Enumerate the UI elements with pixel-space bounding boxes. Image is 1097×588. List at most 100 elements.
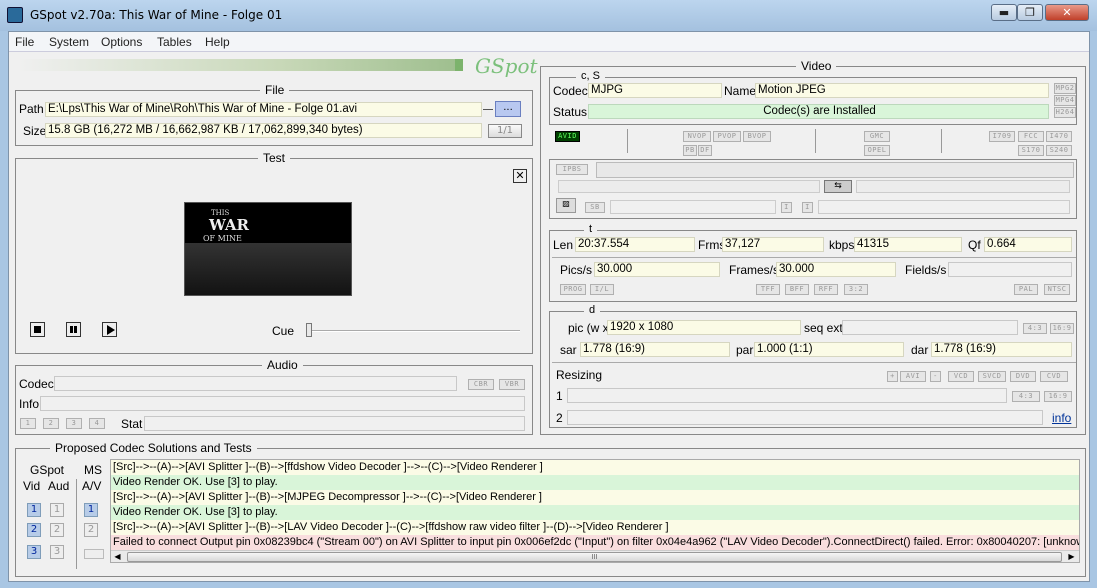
vid-label: Vid (23, 479, 41, 493)
resize-plus-tag[interactable]: + (887, 371, 898, 382)
av-test-2-button[interactable]: 2 (84, 523, 98, 537)
timeline-field-2 (818, 200, 1070, 214)
divider (552, 362, 1076, 363)
scroll-right-icon[interactable]: ▶ (1066, 552, 1077, 562)
aud-test-3-button[interactable]: 3 (50, 545, 64, 559)
cs-title: c, S (576, 70, 605, 82)
scroll-left-icon[interactable]: ◀ (112, 552, 123, 562)
vid-test-3-button[interactable]: 3 (27, 545, 41, 559)
divider (552, 257, 1076, 258)
bitrate-bar-right (856, 180, 1070, 193)
info-link[interactable]: info (1052, 411, 1071, 425)
bitrate-bar-left (558, 180, 820, 193)
video-group-title: Video (796, 59, 837, 73)
menu-bar: File System Options Tables Help (9, 32, 1089, 52)
vbr-tag: VBR (499, 379, 525, 390)
frame-type-bar (596, 162, 1074, 178)
resize-minus-tag[interactable]: - (930, 371, 941, 382)
codec-subgroup: c, S Codec MJPG Name Motion JPEG Status … (549, 70, 1077, 125)
audio-stream-2[interactable]: 2 (43, 418, 59, 429)
audio-info-label: Info (19, 397, 40, 411)
pause-button[interactable] (66, 322, 81, 337)
proposed-group: Proposed Codec Solutions and Tests GSpot… (15, 441, 1086, 577)
size-field: 15.8 GB (16,272 MB / 16,662,987 KB / 17,… (45, 123, 482, 138)
menu-file[interactable]: File (15, 35, 34, 49)
window-title: GSpot v2.70a: This War of Mine - Folge 0… (30, 8, 283, 22)
audio-stream-3[interactable]: 3 (66, 418, 82, 429)
seq-169-tag: 16:9 (1050, 323, 1074, 334)
video-group: Video c, S Codec MJPG Name Motion JPEG S… (540, 59, 1086, 435)
path-field[interactable]: E:\Lps\This War of Mine\Roh\This War of … (45, 102, 482, 117)
prog-tag: PROG (560, 284, 586, 295)
resize-avi-tag[interactable]: AVI (900, 371, 926, 382)
frame-type-box: IPBS ⇆ ▨ SB I I (549, 159, 1077, 219)
log-line: [Src]-->--(A)-->[AVI Splitter ]--(B)-->[… (111, 460, 1079, 475)
test-group-title: Test (258, 151, 291, 165)
test-log[interactable]: [Src]-->--(A)-->[AVI Splitter ]--(B)-->[… (110, 459, 1080, 563)
log-line: Video Render OK. Use [3] to play. (111, 475, 1079, 490)
menu-tables[interactable]: Tables (157, 35, 192, 49)
audio-group: Audio Codec CBR VBR Info 1 2 3 4 Stat (15, 358, 533, 435)
resize-row-2-field (567, 410, 1043, 425)
audio-stream-4[interactable]: 4 (89, 418, 105, 429)
proposed-group-title: Proposed Codec Solutions and Tests (50, 441, 257, 455)
audio-stream-1[interactable]: 1 (20, 418, 36, 429)
log-horizontal-scrollbar[interactable]: ◀ III ▶ (111, 550, 1079, 562)
video-thumbnail: THIS WAR OF MINE (184, 202, 352, 296)
fields-field (948, 262, 1072, 277)
video-status-field: Codec(s) are Installed (588, 104, 1049, 119)
pic-label: pic (w x (568, 321, 609, 335)
menu-help[interactable]: Help (205, 35, 230, 49)
cue-slider-track[interactable] (306, 330, 520, 332)
vid-test-1-button[interactable]: 1 (27, 503, 41, 517)
t-title: t (584, 223, 598, 235)
progress-strip (17, 59, 463, 71)
cue-slider-thumb[interactable] (306, 323, 312, 337)
i-tag-1: I (781, 202, 792, 213)
sar-label: sar (560, 343, 577, 357)
timeline-field (610, 200, 776, 214)
bvop-tag: BVOP (743, 131, 771, 142)
file-group-title: File (260, 83, 290, 97)
page-indicator[interactable]: 1/1 (488, 124, 522, 138)
maximize-button[interactable]: ❐ (1017, 4, 1043, 21)
play-button[interactable] (102, 322, 117, 337)
av-label: A/V (82, 479, 102, 493)
av-test-1-button[interactable]: 1 (84, 503, 98, 517)
aud-test-1-button[interactable]: 1 (50, 503, 64, 517)
size-label: Size (23, 124, 47, 138)
cue-label: Cue (272, 324, 295, 338)
sar-field: 1.778 (16:9) (580, 342, 730, 357)
svcd-tag: SVCD (978, 371, 1006, 382)
close-preview-icon[interactable]: ✕ (513, 169, 527, 183)
stop-button[interactable] (30, 322, 45, 337)
menu-options[interactable]: Options (101, 35, 142, 49)
swap-icon[interactable]: ⇆ (824, 180, 852, 193)
path-label: Path (19, 102, 44, 116)
log-line: [Src]-->--(A)-->[AVI Splitter ]--(B)-->[… (111, 520, 1079, 535)
vid-test-2-button[interactable]: 2 (27, 523, 41, 537)
aud-test-2-button[interactable]: 2 (50, 523, 64, 537)
menu-system[interactable]: System (49, 35, 89, 49)
aud-label: Aud (48, 479, 70, 493)
pvop-tag: PVOP (713, 131, 741, 142)
len-field: 20:37.554 (575, 237, 695, 252)
mpg4-tag: MPG4 (1054, 95, 1076, 106)
resize-169-tag: 16:9 (1044, 391, 1072, 402)
av-test-3-placeholder (84, 549, 104, 559)
log-line: [Src]-->--(A)-->[AVI Splitter ]--(B)-->[… (111, 490, 1079, 505)
video-name-field: Motion JPEG (755, 83, 1049, 98)
close-button[interactable]: ✕ (1045, 4, 1089, 21)
scroll-thumb[interactable]: III (127, 552, 1062, 562)
browse-button[interactable]: ... (495, 101, 521, 117)
separator (815, 129, 816, 153)
image-icon[interactable]: ▨ (556, 198, 576, 213)
seq-43-tag: 4:3 (1023, 323, 1047, 334)
app-icon (7, 7, 23, 23)
sb-tag: SB (585, 202, 605, 213)
minimize-button[interactable]: ▬ (991, 4, 1017, 21)
i470-tag: I470 (1046, 131, 1072, 142)
audio-codec-field (54, 376, 457, 391)
separator (627, 129, 628, 153)
log-line: Failed to connect Output pin 0x08239bc4 … (111, 535, 1079, 550)
